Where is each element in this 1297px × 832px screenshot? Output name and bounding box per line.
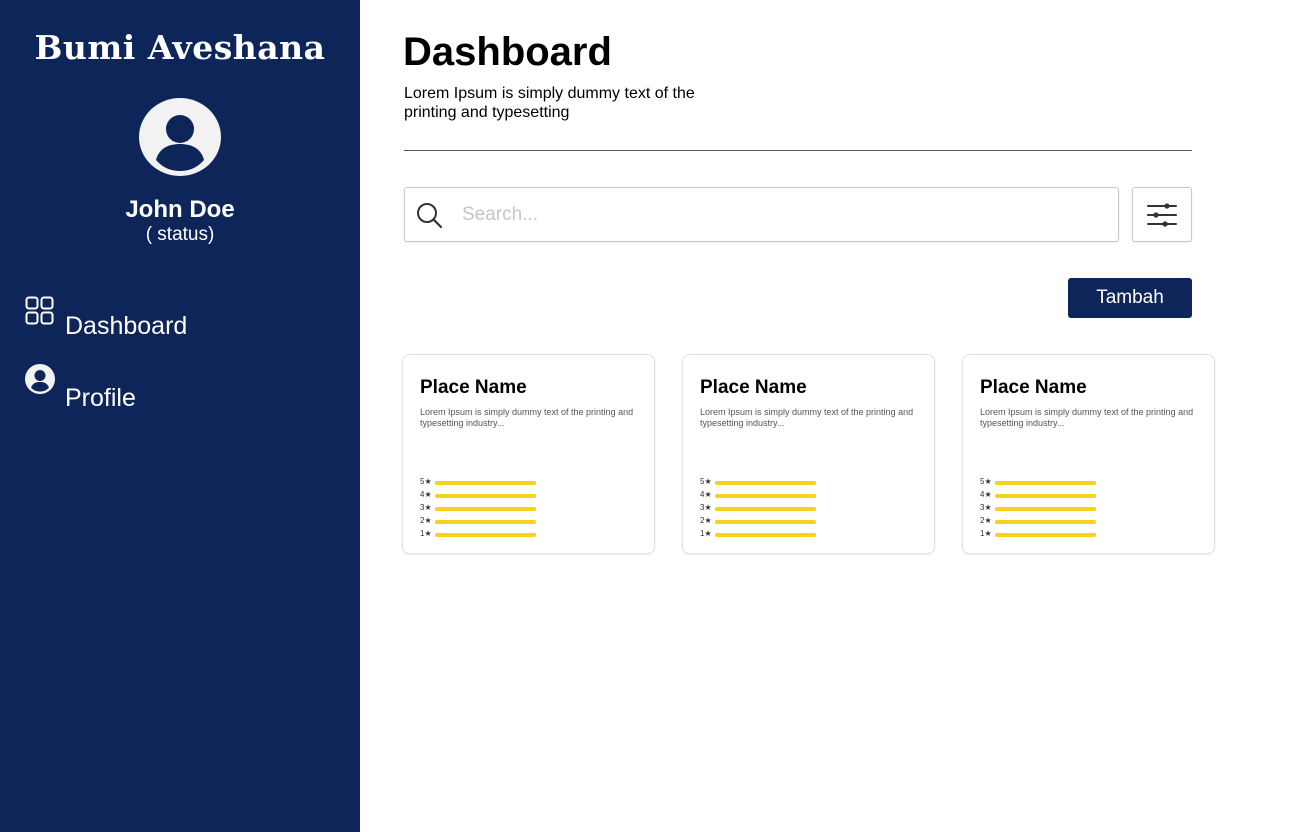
rating-label: 3★ [980,503,992,512]
rating-label: 3★ [420,503,432,512]
rating-label: 4★ [420,490,432,499]
rating-breakdown: 5★ 4★ 3★ 2★ 1★ [700,477,830,542]
rating-row: 2★ [980,516,1110,529]
rating-bar [995,507,1096,511]
rating-fill [715,494,816,498]
rating-row: 4★ [420,490,550,503]
rating-bar [435,481,536,485]
rating-label: 2★ [980,516,992,525]
rating-bar [435,520,536,524]
rating-row: 2★ [700,516,830,529]
rating-bar [995,481,1096,485]
rating-fill [715,481,816,485]
rating-label: 4★ [980,490,992,499]
rating-fill [715,520,816,524]
rating-fill [715,507,816,511]
rating-fill [995,507,1096,511]
rating-breakdown: 5★ 4★ 3★ 2★ 1★ [420,477,550,542]
sidebar: Bumi Aveshana John Doe ( status) Dashboa… [0,0,360,832]
rating-fill [995,520,1096,524]
search-input[interactable] [462,200,1102,230]
card-description: Lorem Ipsum is simply dummy text of the … [420,407,634,428]
card-title: Place Name [420,377,527,398]
sidebar-item-label: Profile [65,384,136,412]
rating-bar [715,520,816,524]
rating-fill [435,481,536,485]
rating-bar [995,520,1096,524]
filter-button[interactable] [1132,187,1192,242]
card-description: Lorem Ipsum is simply dummy text of the … [980,407,1194,428]
search-icon [417,203,443,229]
rating-bar [435,494,536,498]
brand-logo: Bumi Aveshana [34,28,326,67]
user-status: ( status) [145,224,215,245]
rating-fill [435,520,536,524]
place-card[interactable]: Place Name Lorem Ipsum is simply dummy t… [962,354,1215,554]
user-name: John Doe [125,196,235,223]
rating-bar [995,494,1096,498]
card-description: Lorem Ipsum is simply dummy text of the … [700,407,914,428]
rating-label: 2★ [420,516,432,525]
rating-row: 4★ [980,490,1110,503]
rating-fill [995,481,1096,485]
avatar-icon [139,98,221,176]
rating-row: 1★ [980,529,1110,542]
place-card[interactable]: Place Name Lorem Ipsum is simply dummy t… [402,354,655,554]
rating-label: 3★ [700,503,712,512]
rating-label: 1★ [420,529,432,538]
rating-label: 5★ [980,477,992,486]
page-subtitle: Lorem Ipsum is simply dummy text of the … [404,85,695,121]
card-title: Place Name [700,377,807,398]
rating-bar [715,507,816,511]
rating-row: 3★ [700,503,830,516]
rating-row: 5★ [700,477,830,490]
rating-bar [995,533,1096,537]
rating-bar [435,533,536,537]
rating-fill [715,533,816,537]
rating-label: 5★ [420,477,432,486]
grid-icon [25,296,54,325]
sidebar-item-dashboard[interactable]: Dashboard [25,296,325,346]
rating-row: 1★ [700,529,830,542]
rating-fill [435,494,536,498]
divider [404,150,1192,151]
rating-fill [995,494,1096,498]
place-card[interactable]: Place Name Lorem Ipsum is simply dummy t… [682,354,935,554]
rating-label: 5★ [700,477,712,486]
rating-bar [715,481,816,485]
rating-label: 1★ [980,529,992,538]
page-title: Dashboard [403,30,612,74]
user-circle-icon [25,364,55,394]
rating-label: 2★ [700,516,712,525]
rating-bar [715,494,816,498]
rating-bar [715,533,816,537]
search-box[interactable] [404,187,1119,242]
rating-fill [435,507,536,511]
card-title: Place Name [980,377,1087,398]
rating-row: 4★ [700,490,830,503]
add-button[interactable]: Tambah [1068,278,1192,318]
rating-row: 3★ [420,503,550,516]
rating-row: 5★ [980,477,1110,490]
rating-fill [995,533,1096,537]
sliders-icon [1147,203,1177,227]
rating-row: 5★ [420,477,550,490]
rating-row: 2★ [420,516,550,529]
rating-label: 4★ [700,490,712,499]
rating-label: 1★ [700,529,712,538]
rating-row: 3★ [980,503,1110,516]
rating-fill [435,533,536,537]
sidebar-item-profile[interactable]: Profile [25,364,325,414]
sidebar-item-label: Dashboard [65,312,188,340]
rating-breakdown: 5★ 4★ 3★ 2★ 1★ [980,477,1110,542]
rating-row: 1★ [420,529,550,542]
rating-bar [435,507,536,511]
